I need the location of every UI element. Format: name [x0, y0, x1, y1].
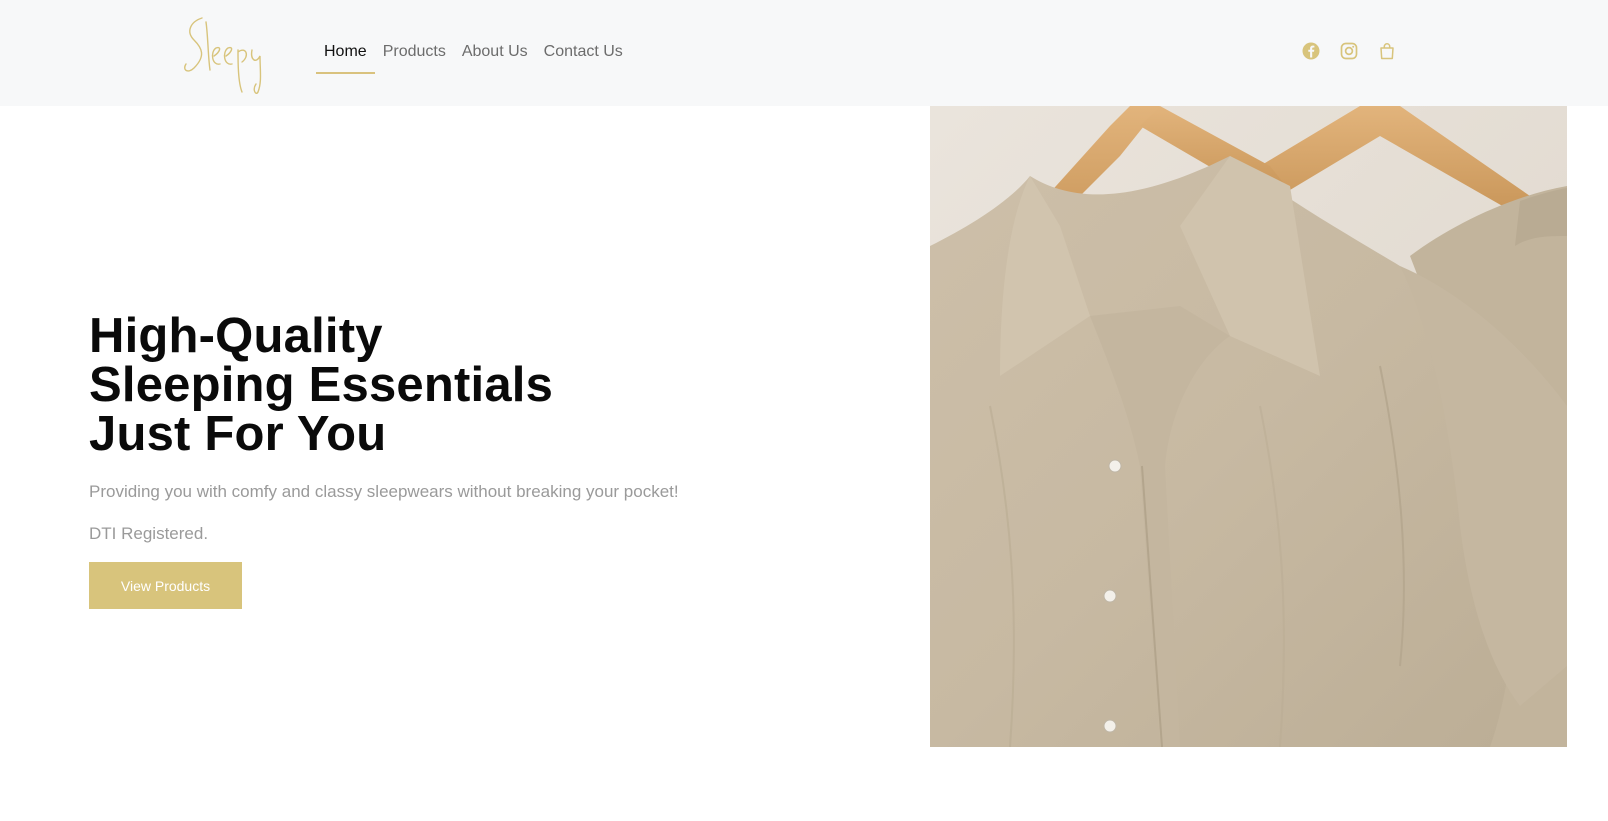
- hero-title: High-Quality Sleeping Essentials Just Fo…: [89, 312, 553, 459]
- nav-home[interactable]: Home: [316, 42, 375, 74]
- facebook-icon[interactable]: [1302, 42, 1320, 60]
- hero-title-line-1: High-Quality: [89, 309, 383, 363]
- instagram-icon[interactable]: [1340, 42, 1358, 60]
- view-products-button[interactable]: View Products: [89, 562, 242, 609]
- header-icon-group: [1302, 42, 1396, 60]
- hero-title-line-2: Sleeping Essentials: [89, 358, 554, 412]
- logo-signature: [184, 17, 262, 94]
- brand-logo[interactable]: [180, 12, 272, 94]
- nav-about-us[interactable]: About Us: [454, 42, 536, 62]
- shopping-bag-icon[interactable]: [1378, 42, 1396, 60]
- pajama-on-hanger-illustration: [930, 106, 1567, 747]
- nav-contact-us[interactable]: Contact Us: [536, 42, 631, 62]
- nav-products[interactable]: Products: [375, 42, 454, 62]
- main-nav: Home Products About Us Contact Us: [316, 42, 631, 74]
- hero-subtitle: Providing you with comfy and classy slee…: [89, 482, 679, 501]
- hero-image: [930, 106, 1567, 747]
- registration-note: DTI Registered.: [89, 524, 209, 543]
- site-header: Home Products About Us Contact Us: [0, 0, 1608, 106]
- hero-title-line-3: Just For You: [89, 407, 387, 461]
